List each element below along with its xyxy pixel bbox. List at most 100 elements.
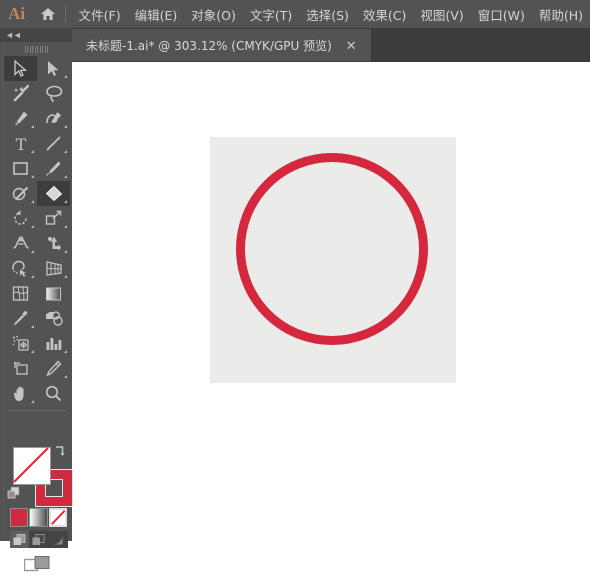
none-button[interactable] [48, 508, 68, 527]
tool-flyout-indicator [31, 175, 34, 178]
tool-button-grid: T [4, 56, 70, 415]
lasso-tool[interactable] [37, 81, 70, 106]
tool-row [4, 381, 70, 406]
tool-flyout-indicator [31, 350, 34, 353]
collapse-panel-icon[interactable]: ◄◄ [5, 29, 22, 41]
menu-divider [64, 5, 66, 23]
magic-wand-tool[interactable] [4, 81, 37, 106]
tools-panel: ◄◄ T [0, 28, 73, 572]
tool-row [4, 56, 70, 81]
tool-row [4, 306, 70, 331]
tools-panel-body: T [3, 42, 73, 572]
curvature-tool[interactable] [37, 106, 70, 131]
tool-row: T [4, 131, 70, 156]
menu-file[interactable]: 文件(F) [72, 1, 128, 28]
color-type-buttons [10, 508, 68, 527]
tool-flyout-indicator [64, 150, 67, 153]
drawing-mode-buttons [10, 531, 68, 548]
selection-tool[interactable] [4, 56, 37, 81]
document-tab[interactable]: 未标题-1.ai* @ 303.12% (CMYK/GPU 预览) ✕ [72, 29, 371, 61]
slice-tool[interactable] [37, 356, 70, 381]
draw-behind-mode[interactable] [29, 531, 48, 548]
tool-row [4, 106, 70, 131]
panel-grip-handle[interactable] [4, 45, 70, 54]
svg-text:T: T [15, 135, 26, 152]
eraser-tool[interactable] [37, 181, 70, 206]
zoom-tool[interactable] [37, 381, 70, 406]
rotate-tool[interactable] [4, 206, 37, 231]
tool-flyout-indicator [31, 150, 34, 153]
tool-flyout-indicator [31, 325, 34, 328]
menu-bar: Ai 文件(F) 编辑(E) 对象(O) 文字(T) 选择(S) 效果(C) 视… [0, 0, 590, 28]
tool-row [4, 356, 70, 381]
tool-row [4, 331, 70, 356]
blend-tool[interactable] [37, 306, 70, 331]
ellipse-shape[interactable] [236, 153, 428, 345]
home-icon[interactable] [33, 0, 62, 28]
rectangle-tool[interactable] [4, 156, 37, 181]
tool-flyout-indicator [64, 175, 67, 178]
tool-row [4, 281, 70, 306]
app-logo: Ai [8, 4, 26, 23]
tool-flyout-indicator [31, 225, 34, 228]
pen-tool[interactable] [4, 106, 37, 131]
tool-row [4, 231, 70, 256]
menu-view[interactable]: 视图(V) [413, 1, 470, 28]
tools-panel-header: ◄◄ [0, 28, 72, 42]
document-canvas[interactable] [72, 62, 590, 541]
swap-fill-stroke-icon[interactable] [53, 444, 66, 459]
none-slash-icon [13, 447, 49, 483]
menu-edit[interactable]: 编辑(E) [128, 1, 185, 28]
color-button[interactable] [10, 508, 29, 527]
tool-flyout-indicator [31, 250, 34, 253]
artboard-tool[interactable] [4, 356, 37, 381]
scale-tool[interactable] [37, 206, 70, 231]
tool-flyout-indicator [31, 275, 34, 278]
close-icon[interactable]: ✕ [346, 39, 357, 52]
fill-stroke-control [4, 442, 73, 507]
draw-normal-mode[interactable] [10, 531, 29, 548]
tool-flyout-indicator [64, 275, 67, 278]
menu-type[interactable]: 文字(T) [243, 1, 299, 28]
menu-window[interactable]: 窗口(W) [471, 1, 532, 28]
tool-flyout-indicator [31, 125, 34, 128]
line-segment-tool[interactable] [37, 131, 70, 156]
tool-flyout-indicator [64, 250, 67, 253]
default-fill-stroke-icon[interactable] [7, 486, 21, 500]
paintbrush-tool[interactable] [37, 156, 70, 181]
menu-select[interactable]: 选择(S) [299, 1, 356, 28]
symbol-sprayer-tool[interactable] [4, 331, 37, 356]
gradient-tool[interactable] [37, 281, 70, 306]
free-transform-tool[interactable] [37, 231, 70, 256]
type-tool[interactable]: T [4, 131, 37, 156]
gradient-button[interactable] [29, 508, 48, 527]
none-slash-icon [50, 510, 65, 525]
tool-row [4, 206, 70, 231]
tool-flyout-indicator [64, 375, 67, 378]
change-screen-mode[interactable] [4, 551, 70, 579]
tool-row [4, 156, 70, 181]
draw-inside-mode[interactable] [48, 531, 67, 548]
tool-flyout-indicator [31, 200, 34, 203]
shape-builder-tool[interactable] [4, 256, 37, 281]
mesh-tool[interactable] [4, 281, 37, 306]
fill-swatch[interactable] [13, 447, 51, 485]
artboard [210, 137, 456, 383]
tool-flyout-indicator [64, 200, 67, 203]
perspective-grid-tool[interactable] [37, 256, 70, 281]
tool-row [4, 181, 70, 206]
shaper-tool[interactable] [4, 181, 37, 206]
eyedropper-tool[interactable] [4, 306, 37, 331]
menu-effect[interactable]: 效果(C) [356, 1, 413, 28]
width-tool[interactable] [4, 231, 37, 256]
direct-selection-tool[interactable] [37, 56, 70, 81]
toolbar-divider [8, 410, 66, 411]
menu-help[interactable]: 帮助(H) [532, 1, 590, 28]
hand-tool[interactable] [4, 381, 37, 406]
menu-object[interactable]: 对象(O) [184, 1, 243, 28]
tool-row [4, 256, 70, 281]
tool-flyout-indicator [31, 400, 34, 403]
document-tab-title: 未标题-1.ai* @ 303.12% (CMYK/GPU 预览) [86, 38, 332, 53]
column-graph-tool[interactable] [37, 331, 70, 356]
tool-flyout-indicator [64, 350, 67, 353]
